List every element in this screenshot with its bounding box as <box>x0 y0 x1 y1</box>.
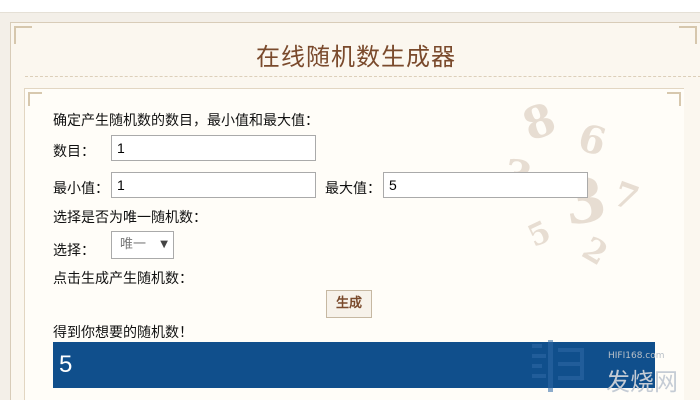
corner-ornament <box>28 92 42 106</box>
count-input[interactable]: 1 <box>111 135 316 161</box>
min-label: 最小值： <box>53 181 109 197</box>
result-box: 5 <box>53 342 655 388</box>
top-strip <box>0 0 700 13</box>
unique-select[interactable]: 唯一 ▼ <box>111 231 174 259</box>
chevron-down-icon: ▼ <box>160 239 168 250</box>
page-title: 在线随机数生成器 <box>256 43 456 71</box>
instruction-text: 确定产生随机数的数目，最小值和最大值： <box>53 113 319 129</box>
min-input[interactable]: 1 <box>111 172 316 198</box>
numbers-background-decoration: 8 6 3 3 7 5 2 <box>500 93 644 274</box>
unique-question: 选择是否为唯一随机数： <box>53 210 207 226</box>
result-value: 5 <box>59 351 73 378</box>
count-label: 数目： <box>53 144 95 160</box>
watermark-site: HIFI168.com <box>608 351 665 361</box>
title-divider <box>25 76 700 77</box>
max-label: 最大值： <box>325 181 381 197</box>
corner-ornament <box>667 92 681 106</box>
select-value: 唯一 <box>120 237 147 252</box>
select-label: 选择： <box>53 243 95 259</box>
watermark-name: 发烧网 <box>606 368 678 396</box>
generate-button[interactable]: 生成 <box>326 290 372 318</box>
max-input[interactable]: 5 <box>383 172 588 198</box>
result-label: 得到你想要的随机数！ <box>53 325 193 341</box>
generate-hint: 点击生成产生随机数： <box>53 271 193 287</box>
